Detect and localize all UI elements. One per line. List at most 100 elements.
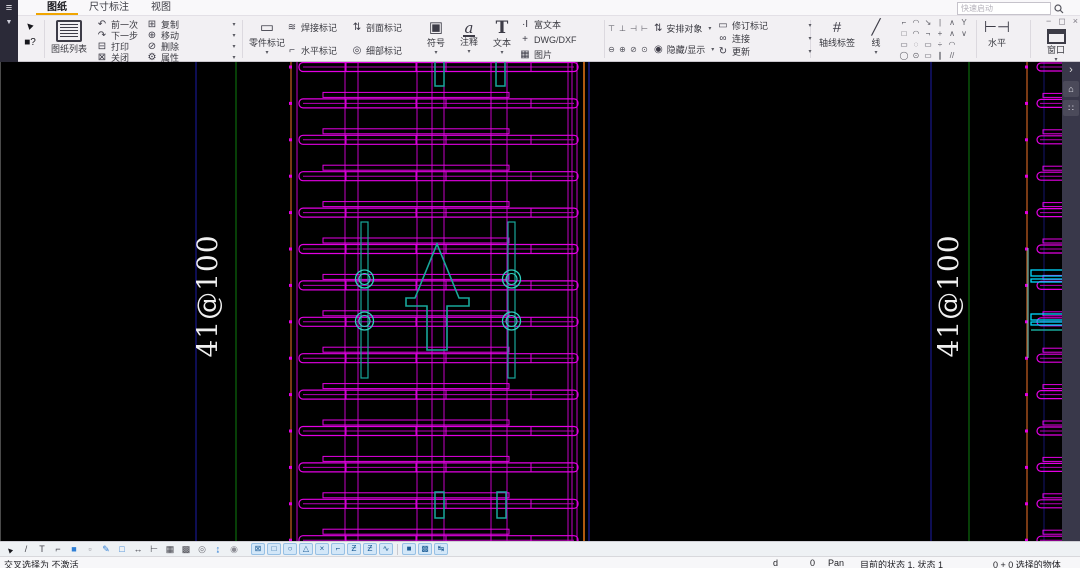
sketch-tool-icon[interactable]: ∧ [946, 29, 958, 38]
snap-hatch-icon[interactable]: ▩ [418, 543, 432, 555]
dimension-tool-icon[interactable]: ⌐ [51, 543, 65, 555]
dropdown-caret-icon[interactable]: ▾ [229, 30, 239, 41]
app-menu-strip[interactable]: ≡ ▼ [0, 0, 18, 62]
revision-mark-button[interactable]: ▭修订标记 [717, 19, 768, 32]
minimize-button[interactable]: − [1046, 17, 1051, 26]
sketch-tool-icon[interactable]: ⌐ [898, 18, 910, 27]
arrange-objects-button[interactable]: ⇅安排对象 [651, 18, 702, 39]
sketch-tool-icon[interactable]: ↘ [922, 18, 934, 27]
weld-mark-button[interactable]: ≋焊接标记 [286, 16, 337, 39]
sketch-tool-icon[interactable]: | [934, 18, 946, 27]
sketch-tool-icon[interactable]: ◯ [898, 51, 910, 60]
dropdown-caret-icon[interactable]: ▾ [874, 49, 877, 57]
rectangle-tool-icon[interactable]: □ [115, 543, 129, 555]
mini-tool-icon[interactable]: ⊢ [640, 24, 649, 33]
dropdown-caret-icon[interactable]: ▾ [805, 19, 815, 32]
line-button[interactable]: ╱线▾ [862, 16, 890, 62]
mini-tool-icon[interactable]: ⊣ [629, 24, 638, 33]
sketch-tool-icon[interactable]: ÷ [934, 40, 946, 49]
part-mark-button[interactable]: ▭零件标记▾ [244, 16, 290, 62]
dropdown-caret-icon[interactable]: ▾ [708, 25, 711, 32]
sketch-tool-icon[interactable]: ▭ [922, 40, 934, 49]
pen-tool-icon[interactable]: ✎ [99, 543, 113, 555]
dimension-line-icon[interactable]: ⊢ [147, 543, 161, 555]
sketch-tool-icon[interactable]: Y [958, 18, 970, 27]
stretch-horizontal-icon[interactable]: ↔ [131, 543, 145, 555]
snap-zline-icon[interactable]: Ƶ [347, 543, 361, 555]
context-help-button[interactable]: ■? [19, 34, 41, 52]
dropdown-caret-icon[interactable]: ▾ [805, 32, 815, 45]
dropdown-caret-icon[interactable]: ▾ [805, 45, 815, 58]
rich-text-button[interactable]: ·I富文本 [519, 17, 577, 32]
sketch-tool-icon[interactable]: ▭ [898, 40, 910, 49]
panel-collapse-chevron-icon[interactable]: › [1062, 62, 1080, 78]
sketch-tool-icon[interactable]: ▭ [922, 51, 934, 60]
panel-properties-button[interactable]: ⌂ [1063, 81, 1079, 97]
close-window-button[interactable]: × [1073, 17, 1078, 26]
search-icon[interactable] [1054, 4, 1064, 14]
panel-components-button[interactable]: ∷ [1063, 100, 1079, 116]
link-button[interactable]: ∞连接 [717, 32, 768, 45]
grid-dense-icon[interactable]: ▦ [163, 543, 177, 555]
tab-drawing[interactable]: 图纸 [36, 0, 78, 15]
dropdown-caret-icon[interactable]: ▾ [467, 48, 470, 56]
update-button[interactable]: ↻更新 [717, 45, 768, 58]
dwg-dxf-button[interactable]: +DWG/DXF [519, 32, 577, 47]
mini-tool-icon[interactable]: ⊘ [629, 45, 638, 54]
sketch-tool-icon[interactable]: ◠ [910, 18, 922, 27]
snap-points-icon[interactable]: ⊠ [251, 543, 265, 555]
dropdown-caret-icon[interactable]: ▾ [229, 19, 239, 30]
dropdown-caret-icon[interactable]: ▾ [434, 49, 437, 57]
hide-show-button[interactable]: ◉隐藏/显示 [651, 39, 705, 60]
snap-intersection-icon[interactable]: × [315, 543, 329, 555]
sketch-tool-icon[interactable]: ◠ [910, 29, 922, 38]
sketch-tool-icon[interactable]: ∥ [934, 51, 946, 60]
grid-sparse-icon[interactable]: ▩ [179, 543, 193, 555]
sketch-tool-icon[interactable]: ⊙ [910, 51, 922, 60]
snap-triangle-icon[interactable]: △ [299, 543, 313, 555]
tab-view[interactable]: 视图 [140, 0, 182, 15]
snap-solid-icon[interactable]: ■ [402, 543, 416, 555]
sketch-tool-icon[interactable]: ◌ [910, 40, 922, 49]
mini-tool-icon[interactable]: ⊖ [607, 45, 616, 54]
snap-wave-icon[interactable]: ∿ [379, 543, 393, 555]
sketch-tool-icon[interactable]: ∨ [958, 29, 970, 38]
restore-button[interactable]: ◻ [1058, 17, 1065, 26]
mini-tool-icon[interactable]: ⊤ [607, 24, 616, 33]
dropdown-caret-icon[interactable]: ▾ [500, 49, 503, 57]
hamburger-menu-icon[interactable]: ≡ [6, 2, 12, 15]
zoom-icon[interactable]: ◎ [195, 543, 209, 555]
color-swatch-icon[interactable]: ■ [67, 543, 81, 555]
text-button[interactable]: T文本▾ [487, 16, 517, 62]
mini-tool-icon[interactable]: ⊕ [618, 45, 627, 54]
snap-rectangle-icon[interactable]: □ [267, 543, 281, 555]
dropdown-caret-icon[interactable]: ▾ [711, 46, 714, 53]
horizontal-button[interactable]: ⊢⊣水平 [980, 16, 1014, 62]
sketch-tool-icon[interactable]: ◠ [946, 40, 958, 49]
level-mark-button[interactable]: ⌐水平标记 [286, 39, 337, 62]
sketch-tool-icon[interactable]: ∧ [946, 18, 958, 27]
drawing-list-button[interactable]: 图纸列表 [46, 16, 92, 62]
mini-tool-icon[interactable]: ⊙ [640, 45, 649, 54]
sketch-tool-icon[interactable]: // [946, 51, 958, 60]
dropdown-caret-icon[interactable]: ▾ [265, 49, 268, 57]
swatch-small-icon[interactable]: ▫ [83, 543, 97, 555]
image-button[interactable]: ▦图片 [519, 47, 577, 62]
mini-tool-icon[interactable]: ⊥ [618, 24, 627, 33]
detail-mark-button[interactable]: ◎细部标记 [351, 39, 402, 62]
sketch-tool-icon[interactable]: + [934, 29, 946, 38]
dropdown-caret-icon[interactable]: ▾ [229, 41, 239, 52]
snap-extend-icon[interactable]: ↹ [434, 543, 448, 555]
annotation-button[interactable]: a注释▾ [454, 16, 484, 62]
text-tool-icon[interactable]: T [35, 543, 49, 555]
quick-launch-input[interactable] [957, 2, 1051, 15]
menu-caret-icon[interactable]: ▼ [6, 19, 13, 27]
grid-label-button[interactable]: #轴线标签 [816, 16, 858, 62]
pin-icon[interactable]: ↨ [211, 543, 225, 555]
snap-perpendicular-icon[interactable]: ⌐ [331, 543, 345, 555]
tab-dimension[interactable]: 尺寸标注 [78, 0, 140, 15]
section-mark-button[interactable]: ⇅剖面标记 [351, 16, 402, 39]
orbit-icon[interactable]: ◉ [227, 543, 241, 555]
select-cursor-button[interactable]: ► [19, 16, 41, 34]
snap-zline2-icon[interactable]: Ƶ [363, 543, 377, 555]
